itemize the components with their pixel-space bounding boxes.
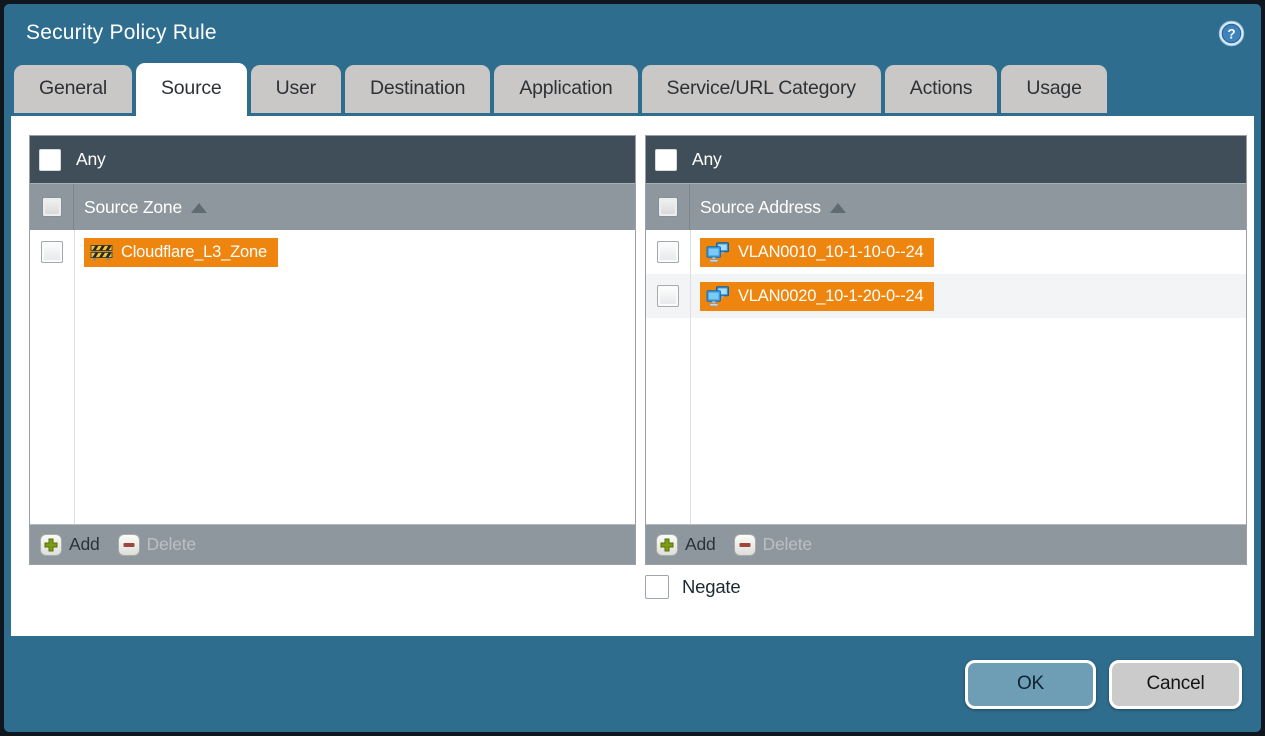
source-address-panel: Any Source Address VLAN0010_10-1-10-0--2… <box>645 135 1247 565</box>
add-icon <box>40 533 62 556</box>
dialog-button-bar: OK Cancel <box>4 636 1261 732</box>
source-address-select-all-cell <box>646 184 690 230</box>
source-address-row-checkbox-2[interactable] <box>657 285 679 307</box>
sort-ascending-icon <box>191 203 207 213</box>
cancel-button[interactable]: Cancel <box>1109 659 1242 709</box>
negate-label: Negate <box>682 576 741 597</box>
table-row[interactable]: Cloudflare_L3_Zone <box>30 230 635 274</box>
delete-button[interactable]: Delete <box>733 533 813 556</box>
add-button[interactable]: Add <box>40 533 100 556</box>
source-address-object-2[interactable]: VLAN0020_10-1-20-0--24 <box>700 281 935 311</box>
help-icon-glyph: ? <box>1218 20 1245 46</box>
source-zone-select-all-checkbox[interactable] <box>41 197 62 217</box>
source-zone-column-header: Source Zone <box>30 183 635 230</box>
negate-row: Negate <box>645 575 741 599</box>
table-row[interactable]: VLAN0020_10-1-20-0--24 <box>646 274 1246 318</box>
source-zone-any-header: Any <box>30 136 635 183</box>
source-zone-list: Cloudflare_L3_Zone <box>30 230 635 524</box>
delete-label: Delete <box>146 534 197 554</box>
tab-general[interactable]: General <box>14 65 132 113</box>
source-zone-any-label: Any <box>76 149 106 169</box>
source-address-object-label: VLAN0020_10-1-20-0--24 <box>738 286 924 305</box>
add-button[interactable]: Add <box>656 533 716 556</box>
tab-user[interactable]: User <box>250 65 341 113</box>
source-address-list: VLAN0010_10-1-10-0--24 VLAN0020_10-1-20-… <box>646 230 1246 524</box>
source-address-column-header: Source Address <box>646 183 1246 230</box>
row-checkbox-cell <box>646 274 690 318</box>
negate-checkbox[interactable] <box>645 575 669 599</box>
dialog-frame: Security Policy Rule ? General Source Us… <box>4 4 1261 732</box>
source-zone-object[interactable]: Cloudflare_L3_Zone <box>84 237 278 267</box>
source-address-object-1[interactable]: VLAN0010_10-1-10-0--24 <box>700 237 935 267</box>
tab-application[interactable]: Application <box>494 65 638 113</box>
source-address-any-header: Any <box>646 136 1246 183</box>
source-address-any-checkbox[interactable] <box>655 148 677 171</box>
row-checkbox-cell <box>30 230 74 274</box>
delete-button[interactable]: Delete <box>117 533 197 556</box>
network-icon <box>706 241 729 262</box>
source-tab-content: Any Source Zone Cloudflare_L3_Zone Add D… <box>11 116 1254 636</box>
row-checkbox-cell <box>646 230 690 274</box>
add-label: Add <box>685 534 716 554</box>
add-label: Add <box>69 534 100 554</box>
source-address-any-label: Any <box>692 149 722 169</box>
svg-text:?: ? <box>1227 26 1235 41</box>
tab-actions[interactable]: Actions <box>884 65 998 113</box>
source-zone-row-checkbox[interactable] <box>41 241 63 263</box>
source-address-column-text: Source Address <box>700 196 821 217</box>
source-zone-any-checkbox[interactable] <box>39 148 61 171</box>
zone-icon <box>90 244 113 260</box>
source-zone-column-label[interactable]: Source Zone <box>74 197 207 218</box>
tab-source[interactable]: Source <box>135 63 247 116</box>
source-zone-select-all-cell <box>30 184 74 230</box>
delete-icon <box>117 533 140 556</box>
add-icon <box>656 533 678 556</box>
tab-usage[interactable]: Usage <box>1001 65 1107 113</box>
source-address-select-all-checkbox[interactable] <box>657 197 678 217</box>
source-address-column-label[interactable]: Source Address <box>690 197 846 218</box>
tab-bar: General Source User Destination Applicat… <box>4 62 1261 116</box>
security-policy-rule-dialog: Security Policy Rule ? General Source Us… <box>0 0 1265 736</box>
delete-label: Delete <box>762 534 813 554</box>
tab-service-url-category[interactable]: Service/URL Category <box>641 65 881 113</box>
source-address-footer: Add Delete <box>646 524 1246 564</box>
source-zone-column-text: Source Zone <box>84 196 182 217</box>
source-zone-panel: Any Source Zone Cloudflare_L3_Zone Add D… <box>29 135 636 565</box>
column-divider <box>690 230 691 524</box>
sort-ascending-icon <box>829 203 846 213</box>
table-row[interactable]: VLAN0010_10-1-10-0--24 <box>646 230 1246 274</box>
delete-icon <box>733 533 756 556</box>
column-divider <box>74 230 75 524</box>
help-icon[interactable]: ? <box>1218 20 1245 47</box>
source-address-object-label: VLAN0010_10-1-10-0--24 <box>738 242 924 261</box>
source-zone-object-label: Cloudflare_L3_Zone <box>121 242 267 261</box>
source-zone-footer: Add Delete <box>30 524 635 564</box>
dialog-title: Security Policy Rule <box>26 21 217 44</box>
network-icon <box>706 285 729 306</box>
tab-destination[interactable]: Destination <box>344 65 491 113</box>
ok-button[interactable]: OK <box>965 659 1096 709</box>
title-bar: Security Policy Rule ? <box>4 4 1261 62</box>
source-address-row-checkbox-1[interactable] <box>657 241 679 263</box>
